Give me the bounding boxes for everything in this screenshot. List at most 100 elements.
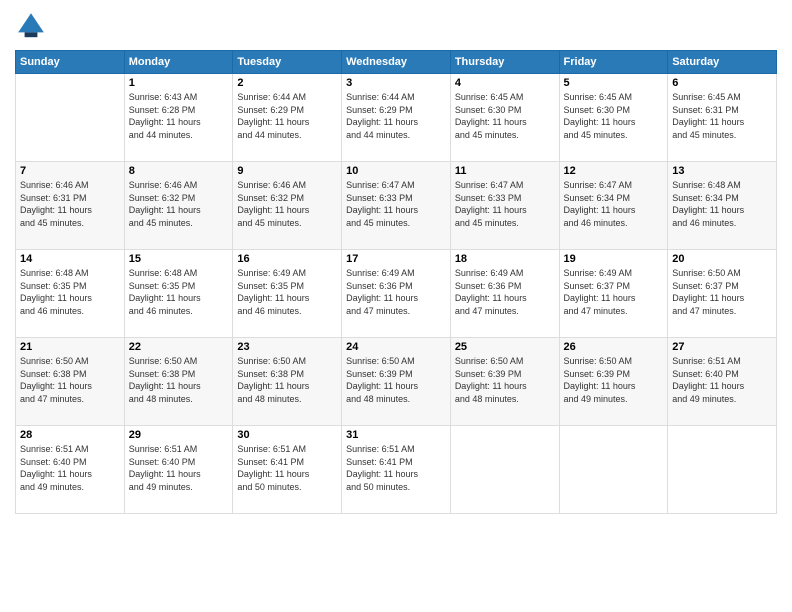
calendar-cell [450, 426, 559, 514]
header-row: SundayMondayTuesdayWednesdayThursdayFrid… [16, 51, 777, 74]
week-row-0: 1 Sunrise: 6:43 AMSunset: 6:28 PMDaylight… [16, 74, 777, 162]
header-day-wednesday: Wednesday [342, 51, 451, 74]
day-number: 24 [346, 341, 446, 353]
day-info: Sunrise: 6:47 AMSunset: 6:33 PMDaylight:… [455, 179, 555, 229]
calendar-cell: 21 Sunrise: 6:50 AMSunset: 6:38 PMDayligh… [16, 338, 125, 426]
day-number: 12 [564, 165, 664, 177]
calendar-cell: 20 Sunrise: 6:50 AMSunset: 6:37 PMDayligh… [668, 250, 777, 338]
calendar-cell [559, 426, 668, 514]
week-row-2: 14Sunrise: 6:48 AMSunset: 6:35 PMDayligh… [16, 250, 777, 338]
header-day-tuesday: Tuesday [233, 51, 342, 74]
calendar-cell: 14Sunrise: 6:48 AMSunset: 6:35 PMDayligh… [16, 250, 125, 338]
calendar-cell: 26Sunrise: 6:50 AMSunset: 6:39 PMDayligh… [559, 338, 668, 426]
week-row-4: 28 Sunrise: 6:51 AMSunset: 6:40 PMDayligh… [16, 426, 777, 514]
calendar-cell: 27 Sunrise: 6:51 AMSunset: 6:40 PMDayligh… [668, 338, 777, 426]
day-number: 21 [20, 341, 120, 353]
day-number: 4 [455, 77, 555, 89]
day-info: Sunrise: 6:50 AMSunset: 6:38 PMDaylight:… [20, 355, 120, 405]
day-info: Sunrise: 6:47 AMSunset: 6:34 PMDaylight:… [564, 179, 664, 229]
day-number: 10 [346, 165, 446, 177]
header-day-thursday: Thursday [450, 51, 559, 74]
day-info: Sunrise: 6:49 AMSunset: 6:37 PMDaylight:… [564, 267, 664, 317]
week-row-3: 21 Sunrise: 6:50 AMSunset: 6:38 PMDayligh… [16, 338, 777, 426]
week-row-1: 7 Sunrise: 6:46 AMSunset: 6:31 PMDaylight… [16, 162, 777, 250]
day-info: Sunrise: 6:45 AMSunset: 6:30 PMDaylight:… [455, 91, 555, 141]
day-info: Sunrise: 6:50 AMSunset: 6:39 PMDaylight:… [564, 355, 664, 405]
calendar-cell: 8 Sunrise: 6:46 AMSunset: 6:32 PMDaylight… [124, 162, 233, 250]
day-number: 8 [129, 165, 229, 177]
header-day-sunday: Sunday [16, 51, 125, 74]
day-number: 15 [129, 253, 229, 265]
day-number: 19 [564, 253, 664, 265]
day-info: Sunrise: 6:50 AMSunset: 6:39 PMDaylight:… [346, 355, 446, 405]
day-info: Sunrise: 6:49 AMSunset: 6:36 PMDaylight:… [346, 267, 446, 317]
calendar-cell: 29 Sunrise: 6:51 AMSunset: 6:40 PMDayligh… [124, 426, 233, 514]
day-number: 25 [455, 341, 555, 353]
calendar-cell: 2 Sunrise: 6:44 AMSunset: 6:29 PMDaylight… [233, 74, 342, 162]
calendar-cell: 6 Sunrise: 6:45 AMSunset: 6:31 PMDaylight… [668, 74, 777, 162]
calendar-cell: 1 Sunrise: 6:43 AMSunset: 6:28 PMDaylight… [124, 74, 233, 162]
day-info: Sunrise: 6:51 AMSunset: 6:40 PMDaylight:… [129, 443, 229, 493]
day-number: 23 [237, 341, 337, 353]
day-number: 14 [20, 253, 120, 265]
day-number: 18 [455, 253, 555, 265]
day-number: 7 [20, 165, 120, 177]
calendar-cell: 10 Sunrise: 6:47 AMSunset: 6:33 PMDayligh… [342, 162, 451, 250]
logo [15, 10, 51, 42]
day-info: Sunrise: 6:51 AMSunset: 6:40 PMDaylight:… [20, 443, 120, 493]
day-info: Sunrise: 6:51 AMSunset: 6:40 PMDaylight:… [672, 355, 772, 405]
day-info: Sunrise: 6:50 AMSunset: 6:37 PMDaylight:… [672, 267, 772, 317]
day-number: 2 [237, 77, 337, 89]
day-info: Sunrise: 6:46 AMSunset: 6:32 PMDaylight:… [237, 179, 337, 229]
day-info: Sunrise: 6:50 AMSunset: 6:38 PMDaylight:… [237, 355, 337, 405]
calendar-cell: 24 Sunrise: 6:50 AMSunset: 6:39 PMDayligh… [342, 338, 451, 426]
day-info: Sunrise: 6:44 AMSunset: 6:29 PMDaylight:… [346, 91, 446, 141]
day-number: 28 [20, 429, 120, 441]
calendar-cell [16, 74, 125, 162]
day-number: 16 [237, 253, 337, 265]
calendar-cell: 23 Sunrise: 6:50 AMSunset: 6:38 PMDayligh… [233, 338, 342, 426]
day-number: 11 [455, 165, 555, 177]
day-number: 1 [129, 77, 229, 89]
day-info: Sunrise: 6:50 AMSunset: 6:39 PMDaylight:… [455, 355, 555, 405]
day-number: 27 [672, 341, 772, 353]
day-number: 5 [564, 77, 664, 89]
calendar-cell: 16Sunrise: 6:49 AMSunset: 6:35 PMDayligh… [233, 250, 342, 338]
calendar-table: SundayMondayTuesdayWednesdayThursdayFrid… [15, 50, 777, 514]
day-info: Sunrise: 6:50 AMSunset: 6:38 PMDaylight:… [129, 355, 229, 405]
calendar-cell: 18 Sunrise: 6:49 AMSunset: 6:36 PMDayligh… [450, 250, 559, 338]
day-info: Sunrise: 6:46 AMSunset: 6:32 PMDaylight:… [129, 179, 229, 229]
calendar-cell: 4 Sunrise: 6:45 AMSunset: 6:30 PMDaylight… [450, 74, 559, 162]
day-number: 3 [346, 77, 446, 89]
day-info: Sunrise: 6:51 AMSunset: 6:41 PMDaylight:… [237, 443, 337, 493]
day-number: 29 [129, 429, 229, 441]
header-day-saturday: Saturday [668, 51, 777, 74]
day-number: 31 [346, 429, 446, 441]
page: SundayMondayTuesdayWednesdayThursdayFrid… [0, 0, 792, 612]
day-info: Sunrise: 6:44 AMSunset: 6:29 PMDaylight:… [237, 91, 337, 141]
day-info: Sunrise: 6:43 AMSunset: 6:28 PMDaylight:… [129, 91, 229, 141]
day-number: 6 [672, 77, 772, 89]
day-info: Sunrise: 6:46 AMSunset: 6:31 PMDaylight:… [20, 179, 120, 229]
calendar-cell [668, 426, 777, 514]
day-info: Sunrise: 6:49 AMSunset: 6:36 PMDaylight:… [455, 267, 555, 317]
day-number: 13 [672, 165, 772, 177]
day-number: 20 [672, 253, 772, 265]
day-number: 22 [129, 341, 229, 353]
day-number: 17 [346, 253, 446, 265]
calendar-cell: 30Sunrise: 6:51 AMSunset: 6:41 PMDayligh… [233, 426, 342, 514]
header [15, 10, 777, 42]
calendar-cell: 25 Sunrise: 6:50 AMSunset: 6:39 PMDayligh… [450, 338, 559, 426]
calendar-cell: 11 Sunrise: 6:47 AMSunset: 6:33 PMDayligh… [450, 162, 559, 250]
calendar-cell: 5Sunrise: 6:45 AMSunset: 6:30 PMDaylight… [559, 74, 668, 162]
calendar-cell: 31Sunrise: 6:51 AMSunset: 6:41 PMDayligh… [342, 426, 451, 514]
logo-icon [15, 10, 47, 42]
calendar-cell: 7 Sunrise: 6:46 AMSunset: 6:31 PMDaylight… [16, 162, 125, 250]
day-info: Sunrise: 6:47 AMSunset: 6:33 PMDaylight:… [346, 179, 446, 229]
calendar-cell: 19 Sunrise: 6:49 AMSunset: 6:37 PMDayligh… [559, 250, 668, 338]
calendar-cell: 22 Sunrise: 6:50 AMSunset: 6:38 PMDayligh… [124, 338, 233, 426]
calendar-cell: 9 Sunrise: 6:46 AMSunset: 6:32 PMDaylight… [233, 162, 342, 250]
day-info: Sunrise: 6:45 AMSunset: 6:31 PMDaylight:… [672, 91, 772, 141]
header-day-friday: Friday [559, 51, 668, 74]
day-number: 9 [237, 165, 337, 177]
